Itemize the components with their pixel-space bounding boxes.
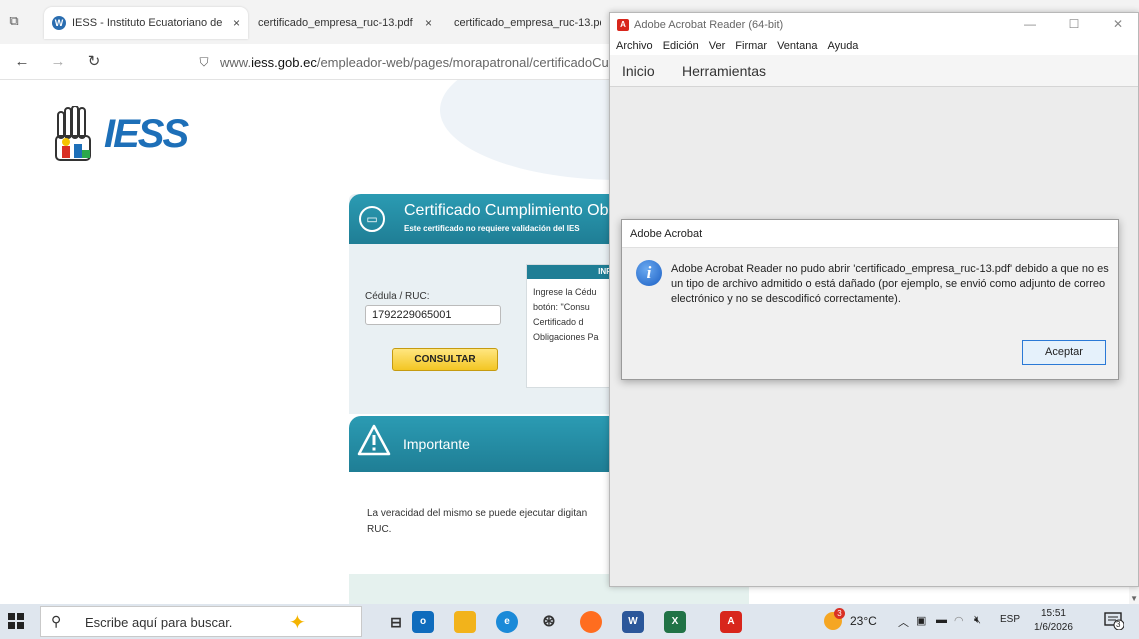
logo-wordmark: IESS xyxy=(104,112,189,156)
site-security-icon[interactable]: ⛉ xyxy=(196,54,212,70)
start-windows-icon[interactable] xyxy=(8,613,24,629)
notifications-icon[interactable] xyxy=(1104,612,1124,630)
important-title: Importante xyxy=(403,436,470,452)
forward-arrow-icon[interactable]: → xyxy=(48,52,68,72)
tab-title: certificado_empresa_ruc-13.pdf xyxy=(454,17,601,29)
acrobat-error-dialog: Adobe Acrobat i Adobe Acrobat Reader no … xyxy=(621,219,1119,380)
acrobat-logo-icon: A xyxy=(617,19,629,31)
clock[interactable]: 15:51 1/6/2026 xyxy=(1034,607,1073,635)
close-icon[interactable]: ✕ xyxy=(1108,17,1128,31)
warning-icon xyxy=(357,424,391,456)
acrobat-window-title: Adobe Acrobat Reader (64-bit) xyxy=(634,19,784,31)
iess-logo[interactable]: IESS xyxy=(52,105,222,166)
certificate-card-header: ▭ Certificado Cumplimiento Obli Este cer… xyxy=(349,194,616,244)
word-icon[interactable]: W xyxy=(622,611,644,633)
menu-ventana[interactable]: Ventana xyxy=(777,37,817,55)
tab-actions-icon[interactable]: ⧉ xyxy=(6,13,22,29)
menu-firmar[interactable]: Firmar xyxy=(735,37,767,55)
tab-close-icon[interactable]: × xyxy=(233,16,240,30)
excel-icon[interactable]: X xyxy=(664,611,686,633)
firefox-icon[interactable] xyxy=(580,611,602,633)
reload-icon[interactable]: ↻ xyxy=(84,52,104,72)
info-text: Ingrese la Cédu botón: "Consu Certificad… xyxy=(533,287,599,342)
certificate-icon: ▭ xyxy=(359,206,385,232)
scroll-down-icon[interactable]: ▼ xyxy=(1130,594,1138,603)
accept-button[interactable]: Aceptar xyxy=(1022,340,1106,365)
tab-close-icon[interactable]: × xyxy=(425,16,432,30)
tab-title: certificado_empresa_ruc-13.pdf xyxy=(258,17,413,29)
date: 1/6/2026 xyxy=(1034,622,1073,633)
outlook-icon[interactable]: o xyxy=(412,611,434,633)
ruc-label: Cédula / RUC: xyxy=(365,291,430,302)
consult-button[interactable]: CONSULTAR xyxy=(392,348,498,371)
back-arrow-icon[interactable]: ← xyxy=(12,52,32,72)
dialog-message: Adobe Acrobat Reader no pudo abrir 'cert… xyxy=(671,263,1109,305)
acrobat-taskbar-icon[interactable]: A xyxy=(720,611,742,633)
windows-taskbar: ⚲ Escribe aquí para buscar. ✦ ⊟ o e ⊛ W … xyxy=(0,604,1139,639)
maximize-icon[interactable]: ☐ xyxy=(1064,17,1084,31)
time: 15:51 xyxy=(1040,608,1066,619)
edge-icon[interactable]: e xyxy=(496,611,518,633)
sparkle-icon[interactable]: ✦ xyxy=(289,610,306,635)
iess-logo-hands-icon xyxy=(55,105,91,161)
info-box: INF Ingrese la Cédu botón: "Consu Certif… xyxy=(526,264,616,388)
tab-title: IESS - Instituto Ecuatoriano de S xyxy=(72,17,225,29)
acrobat-menu-bar: Archivo Edición Ver Firmar Ventana Ayuda xyxy=(610,37,1138,55)
dialog-title[interactable]: Adobe Acrobat xyxy=(622,220,1118,248)
tab-iess[interactable]: W IESS - Instituto Ecuatoriano de S × xyxy=(44,7,248,39)
info-icon: i xyxy=(636,260,662,286)
menu-edicion[interactable]: Edición xyxy=(663,37,699,55)
show-hidden-icons-icon[interactable]: ︿ xyxy=(898,614,909,630)
weather-badge: 3 xyxy=(834,608,845,619)
menu-archivo[interactable]: Archivo xyxy=(616,37,653,55)
taskbar-search-box[interactable]: ⚲ Escribe aquí para buscar. ✦ xyxy=(40,606,362,637)
ruc-input[interactable] xyxy=(365,305,501,325)
important-header: Importante xyxy=(349,416,611,472)
tray-app-icon[interactable]: ▣ xyxy=(916,614,926,627)
acrobat-nav-bar: Inicio Herramientas xyxy=(610,55,1138,87)
search-placeholder: Escribe aquí para buscar. xyxy=(85,615,233,630)
chatgpt-icon[interactable]: ⊛ xyxy=(538,611,560,633)
minimize-icon[interactable]: — xyxy=(1020,17,1040,31)
tab-pdf-1[interactable]: certificado_empresa_ruc-13.pdf × xyxy=(250,7,440,39)
menu-ver[interactable]: Ver xyxy=(709,37,726,55)
notification-count: 3 xyxy=(1116,620,1121,629)
tab-pdf-2[interactable]: certificado_empresa_ruc-13.pdf xyxy=(446,7,609,39)
acrobat-title-bar[interactable]: A Adobe Acrobat Reader (64-bit) — ☐ ✕ xyxy=(610,13,1138,37)
tab-herramientas[interactable]: Herramientas xyxy=(682,63,766,79)
tab-inicio[interactable]: Inicio xyxy=(622,63,655,79)
task-view-icon[interactable]: ⊟ xyxy=(385,611,407,633)
menu-ayuda[interactable]: Ayuda xyxy=(827,37,858,55)
certificate-title: Certificado Cumplimiento Obli xyxy=(404,202,616,219)
important-text: La veracidad del mismo se puede ejecutar… xyxy=(367,508,588,535)
certificate-subtitle: Este certificado no requiere validación … xyxy=(404,224,580,233)
iess-favicon-icon: W xyxy=(52,16,66,30)
info-header: INF xyxy=(527,265,615,279)
file-explorer-icon[interactable] xyxy=(454,611,476,633)
temperature[interactable]: 23°C xyxy=(850,614,877,628)
language-indicator[interactable]: ESP xyxy=(1000,614,1020,625)
volume-muted-icon[interactable]: 🔇︎ xyxy=(974,614,981,627)
battery-icon[interactable]: ▬ xyxy=(936,614,947,626)
wifi-icon[interactable]: ◠ xyxy=(954,614,964,627)
search-icon: ⚲ xyxy=(51,613,62,629)
url-text: www.iess.gob.ec/empleador-web/pages/mora… xyxy=(220,54,620,70)
